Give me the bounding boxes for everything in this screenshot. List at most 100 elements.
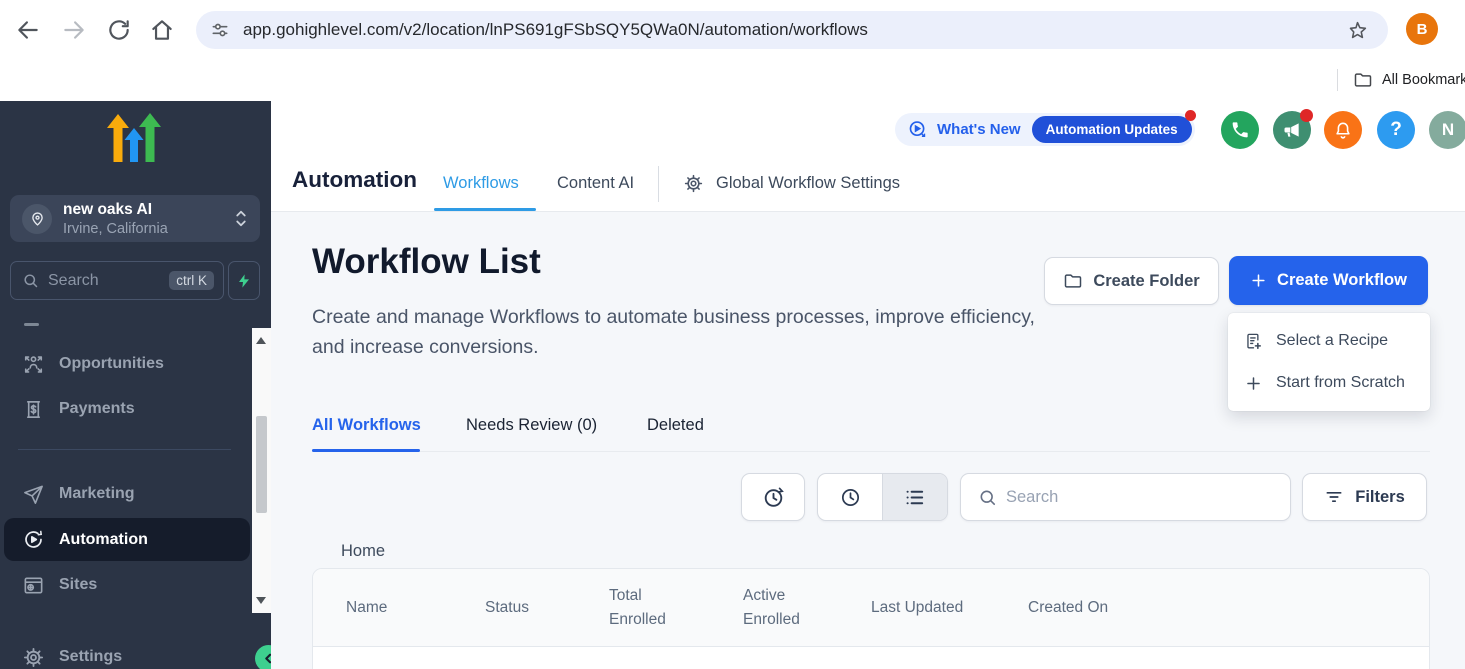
- sidebar-item-automation[interactable]: Automation: [4, 518, 250, 561]
- column-header-status[interactable]: Status: [485, 596, 609, 620]
- site-settings-icon[interactable]: [210, 20, 230, 40]
- phone-button[interactable]: [1221, 111, 1259, 149]
- enrollment-history-button[interactable]: [741, 473, 805, 521]
- browser-back-icon[interactable]: [15, 17, 41, 43]
- view-toggle-clock[interactable]: [818, 474, 882, 520]
- automation-icon: [22, 528, 45, 551]
- url-bar[interactable]: app.gohighlevel.com/v2/location/lnPS691g…: [196, 11, 1388, 49]
- list-icon: [903, 486, 926, 509]
- user-avatar[interactable]: N: [1429, 111, 1465, 149]
- bell-icon: [1333, 120, 1353, 140]
- app: new oaks AI Irvine, California ctrl K: [0, 101, 1465, 669]
- menu-item-select-recipe[interactable]: Select a Recipe: [1228, 320, 1430, 362]
- sidebar-scrollbar[interactable]: [252, 328, 271, 613]
- header-divider: [658, 166, 659, 202]
- notifications-button[interactable]: [1324, 111, 1362, 149]
- help-button[interactable]: ?: [1377, 111, 1415, 149]
- create-workflow-dropdown: Select a Recipe Start from Scratch: [1228, 313, 1430, 411]
- lightning-bolt-icon: [236, 273, 252, 289]
- browser-profile-avatar[interactable]: B: [1406, 13, 1438, 45]
- tab-content-ai[interactable]: Content AI: [557, 174, 634, 193]
- active-tab-underline: [434, 208, 536, 211]
- main-header: What's New Automation Updates ? N Automa…: [271, 101, 1465, 212]
- sidebar-search[interactable]: ctrl K: [10, 261, 224, 300]
- sidebar-item-settings[interactable]: Settings: [0, 637, 250, 669]
- video-play-icon: [907, 119, 928, 140]
- page-description: Create and manage Workflows to automate …: [312, 303, 1072, 362]
- column-header-active-enrolled[interactable]: Active Enrolled: [743, 584, 871, 632]
- breadcrumb[interactable]: Home: [341, 542, 385, 561]
- folder-icon[interactable]: [1353, 70, 1373, 90]
- scrollbar-thumb[interactable]: [256, 416, 267, 513]
- announcements-button[interactable]: [1273, 111, 1311, 149]
- main-area: What's New Automation Updates ? N Automa…: [271, 101, 1465, 669]
- automation-updates-badge[interactable]: Automation Updates: [1032, 116, 1192, 143]
- plus-icon: [1250, 272, 1267, 289]
- sidebar-item-label: Marketing: [59, 485, 135, 503]
- whats-new-label[interactable]: What's New: [937, 121, 1021, 138]
- quick-actions-button[interactable]: [228, 261, 260, 300]
- browser-forward-icon[interactable]: [61, 17, 87, 43]
- location-switcher[interactable]: new oaks AI Irvine, California: [10, 195, 260, 242]
- opportunities-icon: [22, 353, 45, 376]
- create-workflow-button[interactable]: Create Workflow: [1229, 256, 1428, 305]
- whats-new-pill[interactable]: What's New Automation Updates: [895, 113, 1195, 146]
- view-toggle-list[interactable]: [883, 474, 947, 520]
- sidebar-collapse-button[interactable]: [255, 645, 271, 669]
- sidebar-item-sites[interactable]: Sites: [0, 565, 250, 605]
- gear-icon: [22, 646, 45, 669]
- url-text[interactable]: app.gohighlevel.com/v2/location/lnPS691g…: [243, 20, 868, 40]
- tab-all-workflows[interactable]: All Workflows: [312, 416, 421, 435]
- clock-icon: [839, 486, 862, 509]
- chevron-up-down-icon[interactable]: [235, 210, 247, 227]
- notification-dot: [1185, 110, 1196, 121]
- tab-deleted[interactable]: Deleted: [647, 416, 704, 435]
- tab-needs-review[interactable]: Needs Review (0): [466, 416, 597, 435]
- page-section-title: Automation: [292, 167, 417, 193]
- sidebar-item-payments[interactable]: Payments: [0, 389, 250, 429]
- location-subtitle: Irvine, California: [63, 221, 168, 237]
- view-toggle: [817, 473, 948, 521]
- scrollbar-down-arrow[interactable]: [256, 597, 266, 604]
- column-header-created-on[interactable]: Created On: [1028, 596, 1429, 620]
- browser-home-icon[interactable]: [149, 17, 175, 43]
- column-header-name[interactable]: Name: [313, 596, 485, 620]
- table-header-row: Name Status Total Enrolled Active Enroll…: [313, 569, 1429, 647]
- menu-item-label: Start from Scratch: [1276, 374, 1405, 392]
- create-workflow-label: Create Workflow: [1277, 271, 1407, 290]
- tab-workflows[interactable]: Workflows: [443, 174, 519, 193]
- column-header-total-enrolled[interactable]: Total Enrolled: [609, 584, 743, 632]
- payments-icon: [22, 398, 45, 421]
- bookmarks-divider: [1337, 69, 1338, 91]
- chevron-left-icon: [261, 651, 271, 666]
- history-clock-icon: [761, 485, 786, 510]
- partial-menu-item: [24, 323, 39, 326]
- create-folder-label: Create Folder: [1093, 272, 1199, 291]
- tabs-border: [312, 451, 1430, 452]
- recipe-document-icon: [1244, 332, 1263, 351]
- send-icon: [22, 483, 45, 506]
- sidebar-item-opportunities[interactable]: Opportunities: [0, 344, 250, 384]
- filters-label: Filters: [1355, 488, 1405, 507]
- sidebar-divider: [18, 449, 231, 450]
- sidebar-search-input[interactable]: [48, 272, 169, 290]
- menu-item-start-from-scratch[interactable]: Start from Scratch: [1228, 362, 1430, 404]
- workflow-search-input[interactable]: [1006, 488, 1290, 507]
- sidebar-item-marketing[interactable]: Marketing: [0, 474, 250, 514]
- browser-reload-icon[interactable]: [106, 17, 132, 43]
- sidebar-item-label: Automation: [59, 531, 148, 549]
- workflow-table: Name Status Total Enrolled Active Enroll…: [312, 568, 1430, 669]
- column-header-last-updated[interactable]: Last Updated: [871, 596, 1028, 620]
- filter-lines-icon: [1324, 487, 1344, 507]
- filters-button[interactable]: Filters: [1302, 473, 1427, 521]
- workflow-search[interactable]: [960, 473, 1291, 521]
- scrollbar-up-arrow[interactable]: [256, 337, 266, 344]
- sidebar-item-label: Sites: [59, 576, 97, 594]
- global-workflow-settings-link[interactable]: Global Workflow Settings: [716, 174, 900, 193]
- megaphone-icon: [1282, 120, 1302, 140]
- screen: app.gohighlevel.com/v2/location/lnPS691g…: [0, 0, 1465, 669]
- create-folder-button[interactable]: Create Folder: [1044, 257, 1219, 305]
- all-bookmarks-label[interactable]: All Bookmarks: [1382, 72, 1465, 88]
- search-shortcut-badge: ctrl K: [169, 271, 214, 290]
- bookmark-star-icon[interactable]: [1347, 20, 1368, 41]
